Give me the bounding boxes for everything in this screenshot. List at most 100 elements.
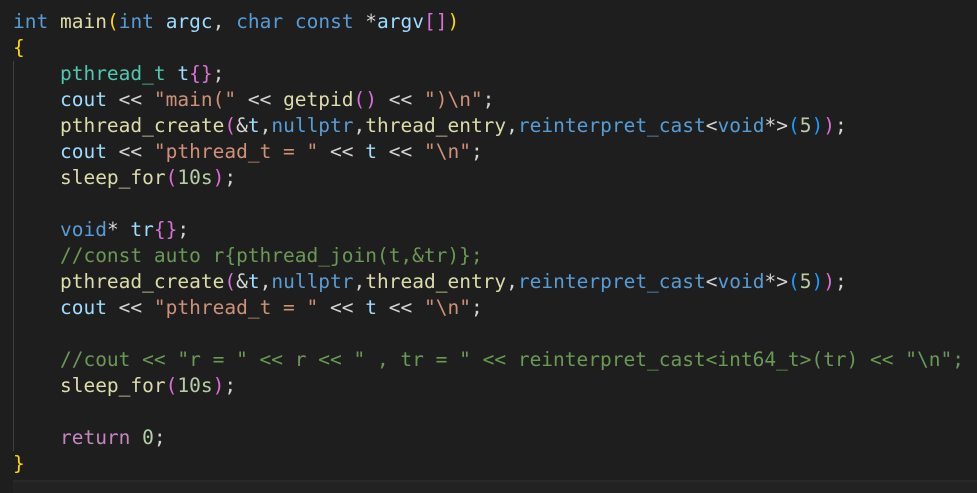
token-bracket: } — [13, 452, 25, 475]
token-operator: ; — [470, 140, 483, 163]
token-bracket: { — [13, 36, 25, 59]
token-operator: << — [377, 296, 424, 319]
token-operator — [13, 88, 60, 111]
token-variable: cout — [59, 88, 107, 111]
code-line[interactable] — [13, 399, 964, 425]
token-function-name: main — [59, 10, 107, 33]
token-function-name: pthread_create — [59, 270, 225, 293]
token-operator: *> — [764, 270, 788, 293]
token-variable: t — [365, 296, 377, 319]
token-bracket: ( — [224, 270, 237, 293]
token-operator — [13, 166, 60, 189]
token-keyword: const — [294, 10, 354, 33]
token-bracket: ) — [212, 166, 225, 189]
token-bracket: ) — [212, 374, 225, 397]
token-variable: t — [365, 140, 377, 163]
token-function-name: thread_entry — [365, 114, 507, 137]
token-operator: * — [353, 10, 378, 33]
token-number-literal: 10s — [177, 166, 213, 189]
token-number-literal: 5 — [799, 270, 812, 293]
token-type-name: pthread_t — [59, 62, 166, 85]
code-line[interactable]: int main(int argc, char const *argv[]) — [13, 9, 964, 35]
token-keyword: nullptr — [271, 270, 354, 293]
code-line[interactable]: sleep_for(10s); — [13, 165, 964, 191]
token-variable: argv — [377, 10, 425, 33]
code-line[interactable]: cout << "main(" << getpid() << ")\n"; — [13, 87, 964, 113]
token-function-name: getpid — [283, 88, 354, 111]
token-operator — [166, 62, 178, 85]
token-operator: , — [353, 114, 366, 137]
token-operator — [13, 62, 60, 85]
token-keyword: void — [717, 270, 765, 293]
token-bracket: ( — [787, 270, 800, 293]
token-bracket: ( — [787, 114, 800, 137]
code-line[interactable]: sleep_for(10s); — [13, 373, 964, 399]
token-bracket: ) — [823, 114, 835, 137]
token-operator: , — [259, 270, 272, 293]
token-keyword: void — [59, 218, 107, 241]
token-operator: & — [236, 114, 248, 137]
token-variable: cout — [59, 296, 107, 319]
token-operator: , — [506, 114, 518, 137]
token-operator — [48, 10, 60, 33]
code-line[interactable]: pthread_t t{}; — [13, 61, 964, 87]
token-bracket: ) — [447, 10, 460, 33]
token-control-keyword: return — [59, 426, 131, 449]
token-bracket: ) — [823, 270, 835, 293]
token-operator — [13, 114, 60, 137]
token-keyword: reinterpret_cast — [517, 270, 706, 293]
code-line[interactable]: pthread_create(&t,nullptr,thread_entry,r… — [13, 113, 964, 139]
token-function-name: thread_entry — [365, 270, 507, 293]
token-string-literal: "pthread_t = " — [153, 296, 319, 319]
token-operator — [13, 218, 60, 241]
token-variable: t — [247, 114, 260, 137]
token-operator: , — [353, 270, 366, 293]
token-function-name: sleep_for — [59, 166, 166, 189]
code-line[interactable] — [13, 191, 964, 217]
token-operator: << — [106, 88, 154, 111]
code-line[interactable]: //const auto r{pthread_join(t,&tr)}; — [13, 243, 964, 269]
token-variable: tr — [130, 218, 154, 241]
code-line[interactable]: cout << "pthread_t = " << t << "\n"; — [13, 139, 964, 165]
token-comment: //cout << "r = " << r << " , tr = " << r… — [59, 348, 964, 371]
token-bracket: [] — [424, 10, 448, 33]
token-bracket: ) — [811, 114, 824, 137]
token-operator — [13, 374, 60, 397]
code-line[interactable]: } — [13, 451, 964, 477]
token-operator: < — [705, 114, 718, 137]
token-string-literal: "\n" — [423, 296, 471, 319]
token-operator: ; — [482, 88, 495, 111]
code-line[interactable]: { — [13, 35, 964, 61]
token-operator — [13, 296, 60, 319]
token-operator: ; — [212, 62, 225, 85]
code-line[interactable]: //cout << "r = " << r << " , tr = " << r… — [13, 347, 964, 373]
code-line[interactable]: pthread_create(&t,nullptr,thread_entry,r… — [13, 269, 964, 295]
token-function-name: pthread_create — [59, 114, 225, 137]
code-line[interactable]: void* tr{}; — [13, 217, 964, 243]
code-line[interactable]: cout << "pthread_t = " << t << "\n"; — [13, 295, 964, 321]
token-operator: < — [705, 270, 718, 293]
token-operator — [13, 270, 60, 293]
token-keyword: void — [717, 114, 765, 137]
token-bracket: () — [353, 88, 377, 111]
token-operator: ; — [834, 114, 847, 137]
token-operator — [13, 348, 60, 371]
token-operator — [130, 426, 142, 449]
token-operator: ; — [834, 270, 847, 293]
token-bracket: ( — [165, 166, 178, 189]
token-operator — [283, 10, 295, 33]
token-operator — [13, 244, 60, 267]
code-editor[interactable]: int main(int argc, char const *argv[]){ … — [13, 9, 964, 477]
token-operator: << — [377, 140, 424, 163]
token-operator: , — [212, 10, 237, 33]
token-comment: //const auto r{pthread_join(t,&tr)}; — [59, 244, 483, 267]
token-operator: ; — [224, 374, 237, 397]
token-string-literal: ")\n" — [423, 88, 483, 111]
code-line[interactable]: return 0; — [13, 425, 964, 451]
token-operator: * — [106, 218, 131, 241]
token-operator: << — [236, 88, 284, 111]
token-variable: argc — [165, 10, 213, 33]
token-bracket: ( — [165, 374, 178, 397]
code-line[interactable] — [13, 321, 964, 347]
token-keyword: char — [236, 10, 284, 33]
